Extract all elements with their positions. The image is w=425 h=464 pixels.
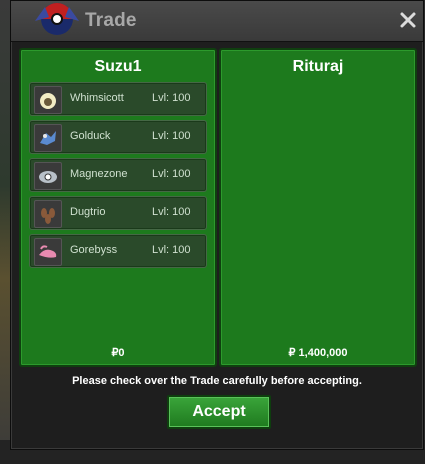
right-trade-panel: Rituraj ₽ 1,400,000 (219, 48, 417, 367)
slot-level: Lvl: 100 (152, 130, 191, 142)
slot-pokemon-name: Magnezone (70, 168, 128, 180)
accept-button[interactable]: Accept (167, 395, 271, 429)
left-money-offer[interactable]: ₽0 (21, 346, 215, 359)
trade-slot-3[interactable]: Magnezone Lvl: 100 (29, 158, 207, 192)
slot-level: Lvl: 100 (152, 244, 191, 256)
slot-level: Lvl: 100 (152, 92, 191, 104)
trade-slot-4[interactable]: Dugtrio Lvl: 100 (29, 196, 207, 230)
right-money-offer: ₽ 1,400,000 (288, 347, 348, 359)
trade-emblem-icon (35, 3, 79, 35)
slot-pokemon-name: Dugtrio (70, 206, 106, 218)
close-icon[interactable] (399, 11, 417, 29)
slot-pokemon-name: Gorebyss (70, 244, 118, 256)
window-title: Trade (85, 10, 137, 31)
trade-slot-5[interactable]: Gorebyss Lvl: 100 (29, 234, 207, 268)
golduck-icon (34, 124, 62, 152)
trade-slot-2[interactable]: Golduck Lvl: 100 (29, 120, 207, 154)
gorebyss-icon (34, 238, 62, 266)
slot-pokemon-name: Golduck (70, 130, 111, 142)
slot-level: Lvl: 100 (152, 168, 191, 180)
slot-level: Lvl: 100 (152, 206, 191, 218)
left-trade-panel: Suzu1 Whimsicott Lvl: 100 Golduck Lvl: 1… (19, 48, 217, 367)
right-player-name: Rituraj (292, 58, 344, 75)
left-player-name: Suzu1 (94, 58, 142, 75)
whimsicott-icon (34, 86, 62, 114)
dugtrio-icon (34, 200, 62, 228)
magnezone-icon (34, 162, 62, 190)
trade-notice: Please check over the Trade carefully be… (72, 375, 362, 387)
trade-window: Trade Suzu1 Whimsicott Lvl: 100 Golduck … (10, 0, 424, 450)
slot-pokemon-name: Whimsicott (70, 92, 124, 104)
trade-slot-1[interactable]: Whimsicott Lvl: 100 (29, 82, 207, 116)
